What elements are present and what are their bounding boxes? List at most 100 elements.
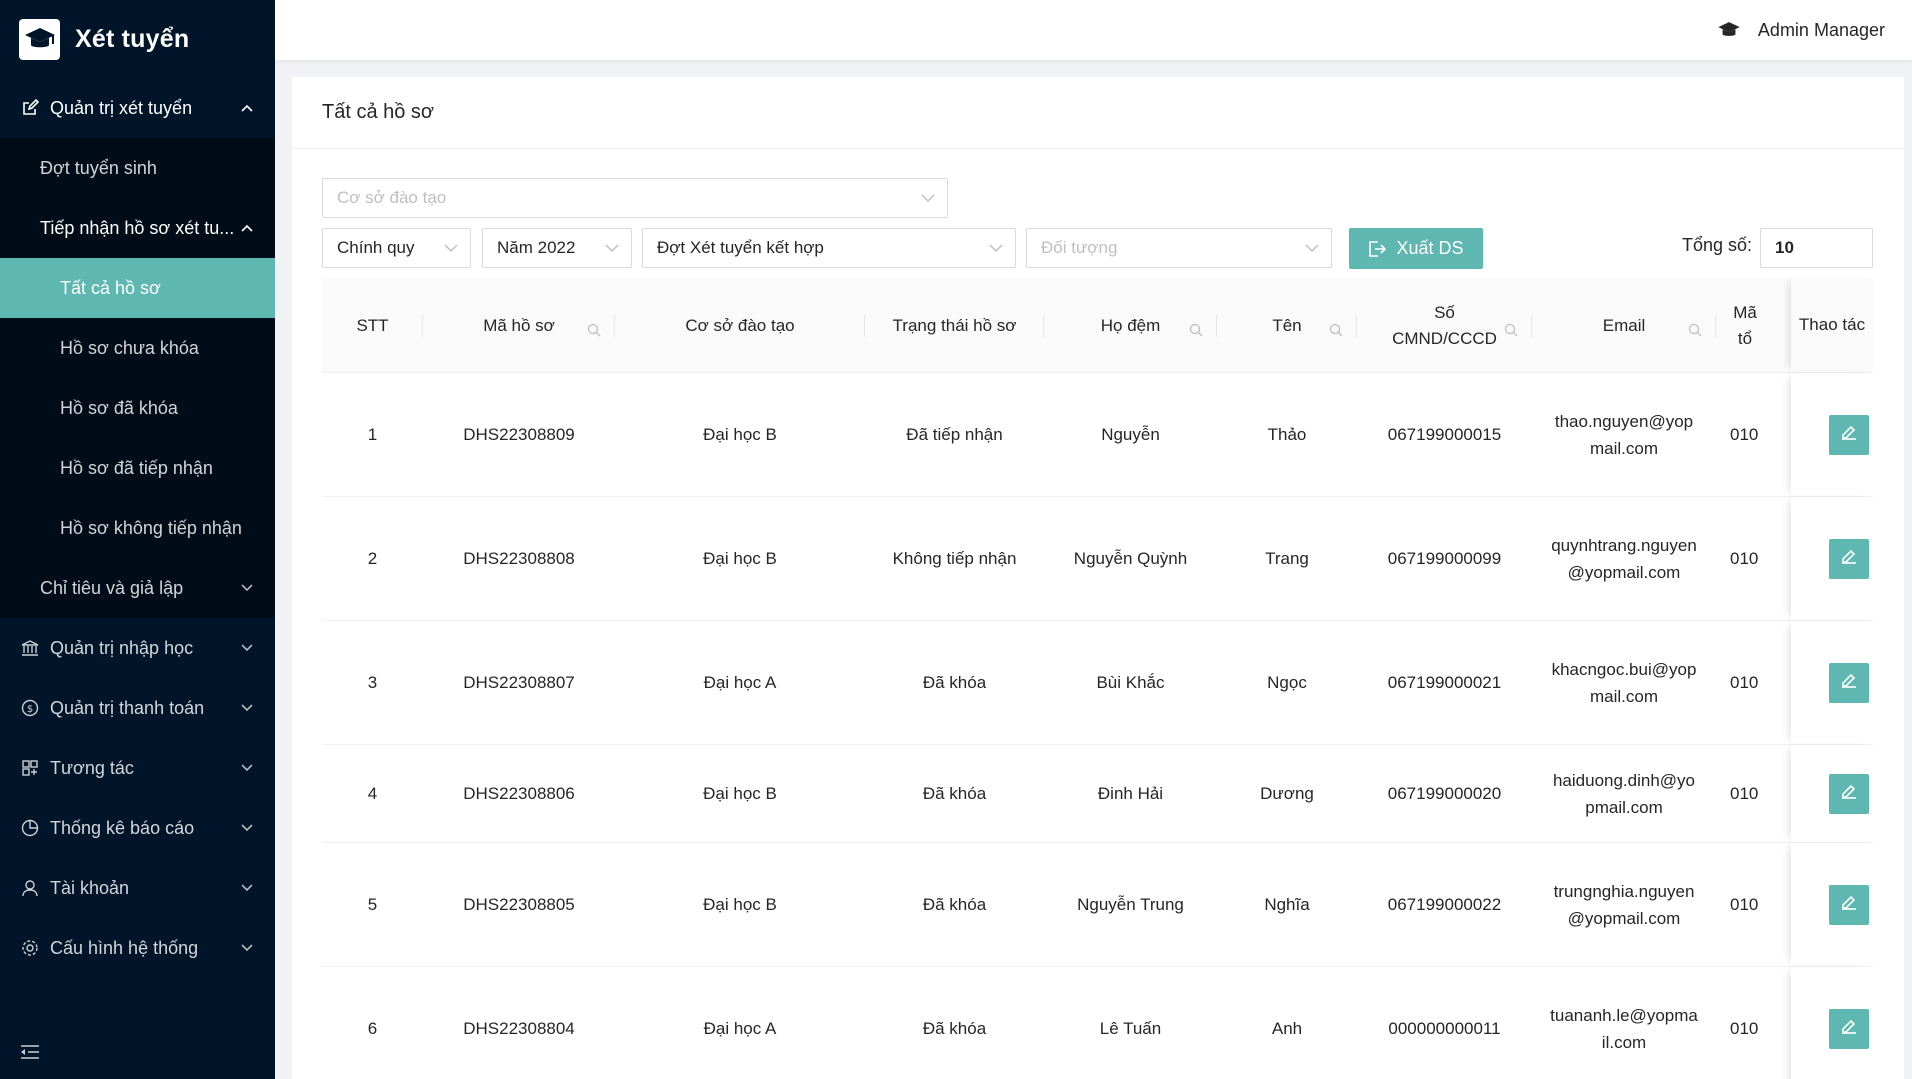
search-icon[interactable]	[1504, 319, 1518, 336]
edit-record-button[interactable]	[1829, 414, 1869, 455]
target-placeholder: Đối tượng	[1041, 238, 1118, 257]
menu-thong-ke-bao-cao[interactable]: Thống kê báo cáo	[0, 798, 275, 858]
menu-label: Thống kê báo cáo	[50, 817, 195, 838]
cell-email: tuananh.le@yopmail.com	[1550, 1005, 1698, 1052]
search-icon[interactable]	[1189, 319, 1203, 336]
cell-email: trungnghia.nguyen@yopmail.com	[1553, 881, 1695, 928]
menu-ho-so-da-khoa[interactable]: Hồ sơ đã khóa	[0, 378, 275, 438]
cell-facility: Đại học B	[703, 425, 777, 444]
app-title: Xét tuyển	[75, 24, 190, 53]
round-select[interactable]: Đợt Xét tuyển kết hợp	[642, 228, 1016, 268]
cell-first: Dương	[1260, 784, 1314, 803]
menu-quan-tri-nhap-hoc[interactable]: Quản trị nhập học	[0, 618, 275, 678]
edit-record-button[interactable]	[1829, 773, 1869, 814]
cell-extra: 010	[1730, 425, 1759, 444]
edit-record-button[interactable]	[1829, 662, 1869, 703]
cell-stt: 3	[367, 673, 378, 692]
col-header-ho-dem: Họ đệm	[1044, 278, 1217, 373]
menu-ho-so-da-tiep-nhan[interactable]: Hồ sơ đã tiếp nhận	[0, 438, 275, 498]
chevron-up-icon	[241, 102, 253, 114]
edit-record-button[interactable]	[1829, 538, 1869, 579]
year-select[interactable]: Năm 2022	[482, 228, 632, 268]
cell-middle: Nguyễn Quỳnh	[1073, 549, 1188, 568]
menu-tuong-tac[interactable]: Tương tác	[0, 738, 275, 798]
cell-middle: Bùi Khắc	[1096, 673, 1165, 692]
cell-middle: Nguyễn	[1101, 425, 1160, 444]
menu-label: Hồ sơ đã tiếp nhận	[60, 457, 213, 478]
cell-extra: 010	[1730, 549, 1759, 568]
system-select[interactable]: Chính quy	[322, 228, 471, 268]
menu-label: Tài khoản	[50, 877, 130, 898]
cell-actions	[1791, 967, 1873, 1079]
cell-id: 067199000021	[1387, 673, 1502, 692]
cell-status: Không tiếp nhận	[892, 549, 1017, 568]
menu-chi-tieu-gia-lap[interactable]: Chỉ tiêu và giả lập	[0, 558, 275, 618]
cell-first: Anh	[1271, 1019, 1303, 1038]
menu-cau-hinh-he-thong[interactable]: Cấu hình hệ thống	[0, 918, 275, 978]
target-select[interactable]: Đối tượng	[1026, 228, 1332, 268]
user-icon	[20, 878, 40, 898]
chevron-down-icon	[241, 582, 253, 594]
table-row: 1 DHS22308809 Đại học B Đã tiếp nhận Nguyễn T…	[322, 373, 1873, 497]
cell-email: quynhtrang.nguyen@yopmail.com	[1551, 535, 1697, 582]
cell-actions	[1791, 497, 1873, 620]
cell-extra: 010	[1730, 784, 1759, 803]
menu-label: Tương tác	[50, 757, 134, 778]
menu-tiep-nhan-ho-so[interactable]: Tiếp nhận hồ sơ xét tu...	[0, 198, 275, 258]
total-label: Tổng số:	[1682, 235, 1753, 255]
export-label: Xuất DS	[1396, 238, 1464, 258]
col-header-trang-thai: Trạng thái hồ sơ	[865, 278, 1044, 373]
col-header-stt: STT	[322, 278, 423, 373]
chevron-down-icon	[241, 762, 253, 774]
col-header-cmnd: Số CMND/CCCD	[1357, 278, 1532, 373]
search-icon[interactable]	[1329, 319, 1343, 336]
gear-icon	[20, 938, 40, 958]
chevron-down-icon	[241, 822, 253, 834]
top-header: Admin Manager	[275, 0, 1912, 60]
cell-stt: 6	[367, 1019, 378, 1038]
menu-label: Cấu hình hệ thống	[50, 937, 199, 958]
menu-tai-khoan[interactable]: Tài khoản	[0, 858, 275, 918]
collapse-menu-toggle[interactable]	[0, 1029, 275, 1079]
cell-id: 067199000015	[1387, 425, 1502, 444]
cell-middle: Lê Tuấn	[1099, 1019, 1162, 1038]
menu-dot-tuyen-sinh[interactable]: Đợt tuyển sinh	[0, 138, 275, 198]
round-value: Đợt Xét tuyển kết hợp	[657, 238, 824, 257]
menu-tat-ca-ho-so[interactable]: Tất cả hồ sơ	[0, 258, 275, 318]
cell-facility: Đại học B	[703, 784, 777, 803]
system-value: Chính quy	[337, 238, 415, 257]
facility-select[interactable]: Cơ sở đào tạo	[322, 178, 948, 218]
menu-quan-tri-thanh-toan[interactable]: $ Quản trị thanh toán	[0, 678, 275, 738]
chevron-down-icon	[989, 241, 1003, 255]
cell-first: Ngọc	[1267, 673, 1307, 692]
menu-quan-tri-xet-tuyen[interactable]: Quản trị xét tuyển	[0, 78, 275, 138]
menu-label: Hồ sơ đã khóa	[60, 397, 178, 418]
cell-stt: 5	[367, 895, 378, 914]
col-header-co-so-dao-tao: Cơ sở đào tạo	[615, 278, 865, 373]
chevron-down-icon	[444, 241, 458, 255]
cell-status: Đã khóa	[922, 1019, 987, 1038]
app-logo[interactable]: Xét tuyển	[0, 0, 275, 78]
sidebar: Xét tuyển Quản trị xét tuyển Đợt tuyển s…	[0, 0, 275, 1079]
cell-facility: Đại học A	[703, 673, 777, 692]
chevron-down-icon	[605, 241, 619, 255]
cell-stt: 1	[367, 425, 378, 444]
cell-extra: 010	[1730, 1019, 1759, 1038]
menu-ho-so-chua-khoa[interactable]: Hồ sơ chưa khóa	[0, 318, 275, 378]
menu-ho-so-khong-tiep-nhan[interactable]: Hồ sơ không tiếp nhận	[0, 498, 275, 558]
col-header-ten: Tên	[1217, 278, 1357, 373]
search-icon[interactable]	[1688, 319, 1702, 336]
export-list-button[interactable]: Xuất DS	[1349, 228, 1483, 269]
cell-facility: Đại học A	[703, 1019, 777, 1038]
search-icon[interactable]	[587, 319, 601, 336]
cell-code: DHS22308807	[463, 673, 575, 692]
col-header-thao-tac: Thao tác	[1791, 278, 1873, 372]
svg-text:$: $	[27, 704, 33, 715]
user-menu[interactable]: Admin Manager	[1717, 20, 1885, 41]
col-header-ma-to: Mã tổ	[1733, 302, 1757, 348]
edit-icon	[1840, 1017, 1858, 1040]
col-header-ma-ho-so: Mã hồ sơ	[423, 278, 615, 373]
edit-record-button[interactable]	[1829, 884, 1869, 925]
edit-record-button[interactable]	[1829, 1008, 1869, 1049]
export-icon	[1368, 240, 1387, 258]
